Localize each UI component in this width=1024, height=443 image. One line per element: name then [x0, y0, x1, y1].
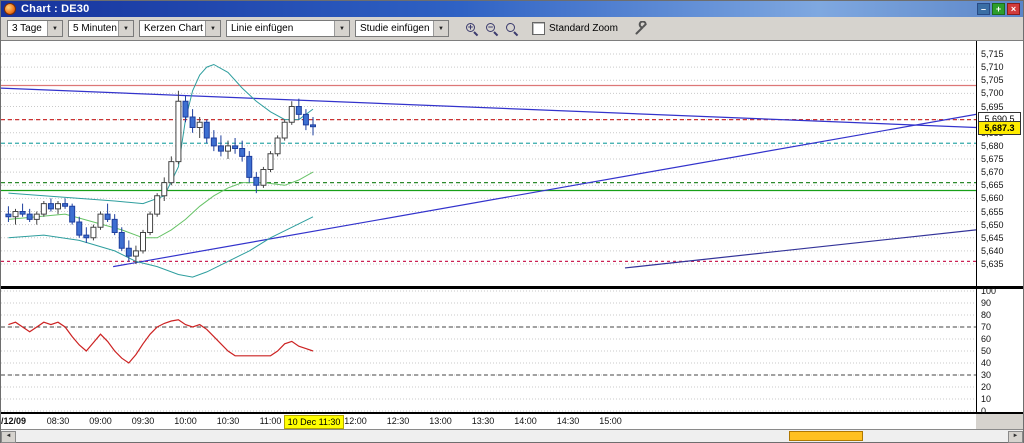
time-axis-label: 12:00: [339, 416, 373, 426]
chevron-down-icon: ▼: [334, 21, 349, 36]
indicator-axis-label: 20: [981, 382, 991, 392]
interval-select-value: 5 Minuten: [69, 23, 118, 34]
indicator-axis-label: 70: [981, 322, 991, 332]
time-axis-label: 09:00: [84, 416, 118, 426]
chevron-down-icon: ▼: [205, 21, 220, 36]
indicator-axis-label: 50: [981, 346, 991, 356]
insert-study-select-value: Studie einfügen: [356, 23, 433, 34]
minimize-button[interactable]: –: [977, 3, 990, 15]
scrollbar-thumb[interactable]: [789, 431, 863, 441]
zoom-in-button[interactable]: +: [462, 19, 482, 39]
price-axis-label: 5,675: [981, 154, 1004, 164]
indicator-axis: 1009080706050403020100: [976, 289, 1023, 412]
indicator-axis-label: 80: [981, 310, 991, 320]
chart-type-select-value: Kerzen Chart: [140, 23, 205, 34]
time-axis-label: 10:00: [169, 416, 203, 426]
time-axis-label: 14:30: [551, 416, 585, 426]
settings-button[interactable]: [632, 19, 652, 39]
magnifier-icon: [505, 22, 519, 36]
maximize-button[interactable]: +: [992, 3, 1005, 15]
indicator-axis-label: 90: [981, 298, 991, 308]
range-select-value: 3 Tage: [8, 23, 47, 34]
chevron-down-icon: ▼: [433, 21, 448, 36]
price-axis-label: 5,650: [981, 220, 1004, 230]
insert-line-select-value: Linie einfügen: [227, 23, 334, 34]
wrench-icon: [634, 21, 649, 36]
price-axis-label: 5,665: [981, 180, 1004, 190]
indicator-axis-label: 10: [981, 394, 991, 404]
indicator-axis-label: 100: [981, 286, 996, 296]
chevron-down-icon: ▼: [118, 21, 133, 36]
chart-type-select[interactable]: Kerzen Chart ▼: [139, 20, 221, 37]
zoom-out-button[interactable]: −: [482, 19, 502, 39]
price-axis-label: 5,655: [981, 207, 1004, 217]
indicator-chart[interactable]: [1, 289, 976, 412]
indicator-axis-label: 40: [981, 358, 991, 368]
scroll-left-button[interactable]: ◄: [1, 431, 16, 443]
price-axis: 5,690.5 5,687.3 5,7155,7105,7055,7005,69…: [976, 41, 1023, 286]
time-axis-label: 08:30: [41, 416, 75, 426]
range-select[interactable]: 3 Tage ▼: [7, 20, 63, 37]
main-chart[interactable]: [1, 41, 976, 286]
time-axis-label: 12:30: [381, 416, 415, 426]
time-axis: /12/09 10 Dec 11:30 08:30 09:00 09:30 10:00…: [1, 414, 976, 429]
scroll-right-button[interactable]: ►: [1008, 431, 1023, 443]
indicator-panel[interactable]: [1, 289, 976, 412]
insert-line-select[interactable]: Linie einfügen ▼: [226, 20, 350, 37]
standard-zoom-checkbox[interactable]: [532, 22, 545, 35]
zoom-in-icon: +: [465, 22, 479, 36]
zoom-reset-button[interactable]: [502, 19, 522, 39]
last-price-tag: 5,687.3: [978, 121, 1021, 135]
standard-zoom-label: Standard Zoom: [549, 23, 618, 34]
time-axis-label: 13:30: [466, 416, 500, 426]
h-scrollbar[interactable]: ◄ ►: [1, 429, 1023, 442]
time-axis-label: 15:00: [594, 416, 628, 426]
indicator-axis-label: 0: [981, 406, 986, 416]
chart-window: Chart : DE30 – + × 3 Tage ▼ 5 Minuten ▼ …: [0, 0, 1024, 443]
time-axis-label: 14:00: [509, 416, 543, 426]
insert-study-select[interactable]: Studie einfügen ▼: [355, 20, 449, 37]
price-axis-label: 5,635: [981, 259, 1004, 269]
title-bar[interactable]: Chart : DE30 – + ×: [1, 1, 1023, 17]
indicator-axis-label: 30: [981, 370, 991, 380]
time-axis-label: 11:00: [254, 416, 288, 426]
app-icon: [4, 3, 16, 15]
price-axis-label: 5,700: [981, 88, 1004, 98]
toolbar: 3 Tage ▼ 5 Minuten ▼ Kerzen Chart ▼ Lini…: [1, 17, 1023, 41]
close-button[interactable]: ×: [1007, 3, 1020, 15]
time-axis-label: 09:30: [126, 416, 160, 426]
date-label: /12/09: [1, 416, 26, 426]
time-cursor-label: 10 Dec 11:30: [284, 415, 344, 429]
indicator-axis-label: 60: [981, 334, 991, 344]
price-axis-label: 5,715: [981, 49, 1004, 59]
price-axis-label: 5,680: [981, 141, 1004, 151]
time-axis-label: 10:30: [211, 416, 245, 426]
price-axis-label: 5,710: [981, 62, 1004, 72]
main-chart-panel[interactable]: [1, 41, 976, 286]
price-axis-label: 5,695: [981, 102, 1004, 112]
price-axis-label: 5,645: [981, 233, 1004, 243]
price-axis-label: 5,660: [981, 193, 1004, 203]
zoom-out-icon: −: [485, 22, 499, 36]
window-controls: – + ×: [977, 3, 1023, 15]
price-axis-label: 5,705: [981, 75, 1004, 85]
time-axis-label: 13:00: [424, 416, 458, 426]
window-title: Chart : DE30: [21, 3, 89, 15]
interval-select[interactable]: 5 Minuten ▼: [68, 20, 134, 37]
price-axis-label: 5,640: [981, 246, 1004, 256]
price-axis-label: 5,670: [981, 167, 1004, 177]
chevron-down-icon: ▼: [47, 21, 62, 36]
